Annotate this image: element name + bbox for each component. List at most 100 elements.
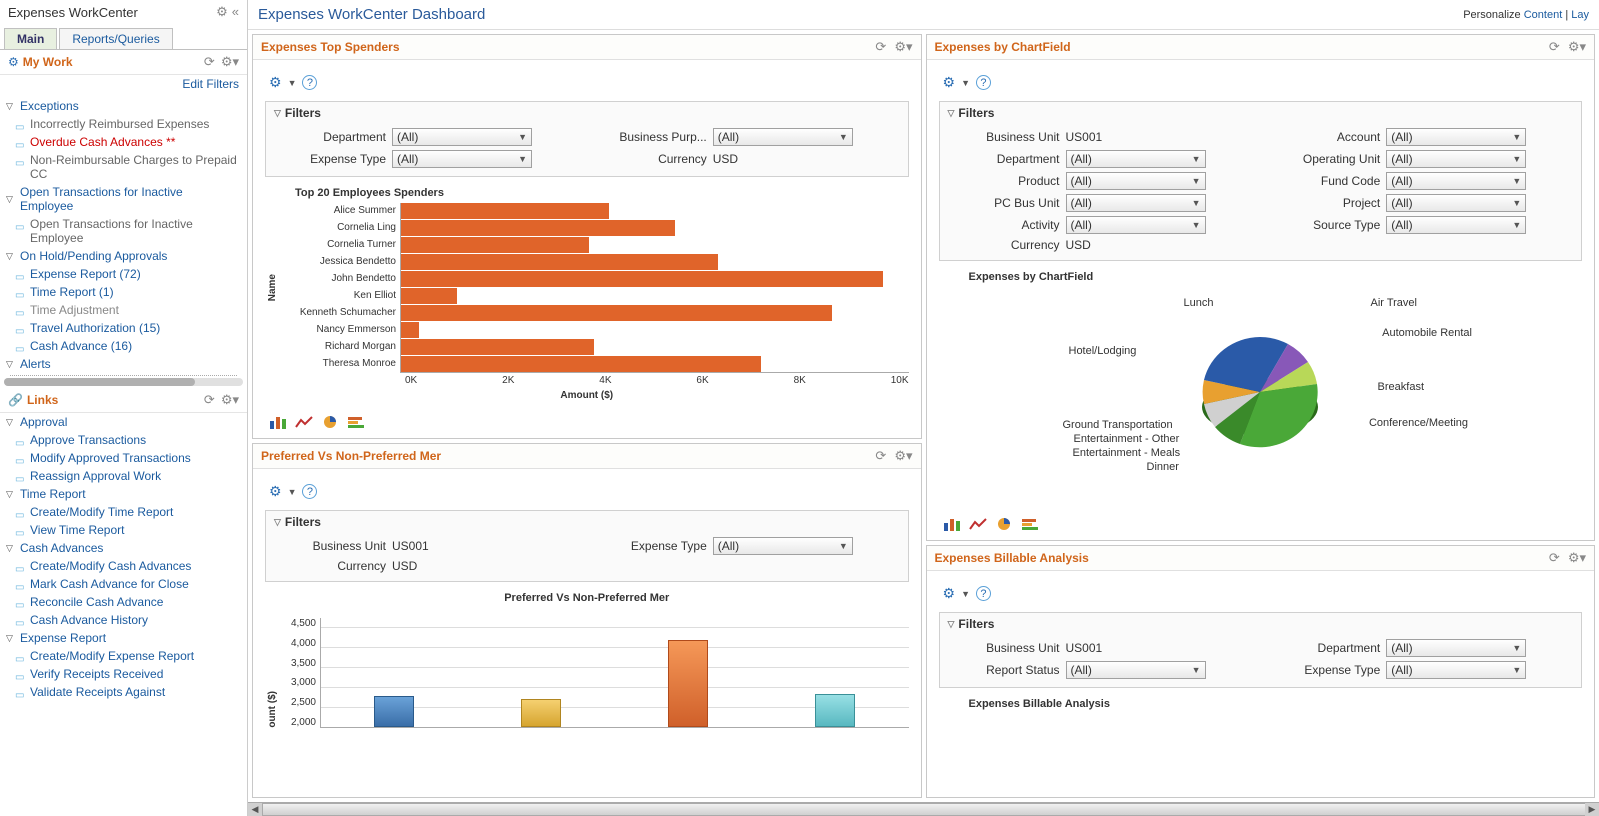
filter-select-fund-code[interactable]: (All)▼	[1386, 172, 1526, 190]
pie-chart-icon[interactable]	[321, 415, 339, 430]
gear-dropdown-icon[interactable]: ⚙▾	[221, 392, 239, 408]
collapse-icon[interactable]: «	[232, 4, 239, 20]
scroll-left-arrow[interactable]: ◀	[248, 803, 262, 816]
tree-item-overdue-cash-advances[interactable]: Overdue Cash Advances **	[0, 133, 247, 151]
tree-group-cash-advances[interactable]: ▽Cash Advances	[0, 539, 247, 557]
scroll-thumb[interactable]	[262, 803, 1586, 816]
refresh-icon[interactable]: ⟳	[875, 39, 886, 55]
tree-group-open-trans[interactable]: ▽Open Transactions for Inactive Employee	[0, 183, 247, 215]
tree-item-cash-advance-16[interactable]: Cash Advance (16)	[0, 337, 247, 355]
edit-filters-link[interactable]: Edit Filters	[182, 77, 239, 91]
refresh-icon[interactable]: ⟳	[204, 392, 215, 408]
filter-select-source-type[interactable]: (All)▼	[1386, 216, 1526, 234]
filter-select-department[interactable]: (All)▼	[392, 128, 532, 146]
filters-header[interactable]: ▽Filters	[266, 102, 908, 124]
scroll-right-arrow[interactable]: ▶	[1585, 803, 1599, 816]
filter-select-expense-type[interactable]: (All)▼	[392, 150, 532, 168]
personalize-content-link[interactable]: Content	[1524, 9, 1563, 21]
chart-title-preferred: Preferred Vs Non-Preferred Mer	[265, 582, 909, 608]
filter-select-department[interactable]: (All)▼	[1386, 639, 1526, 657]
filters-header[interactable]: ▽Filters	[940, 613, 1582, 635]
tree-item-non-reimbursable[interactable]: Non-Reimbursable Charges to Prepaid CC	[0, 151, 247, 183]
tree-group-alerts[interactable]: ▽Alerts	[0, 355, 247, 373]
tree-item-create-cash[interactable]: Create/Modify Cash Advances	[0, 557, 247, 575]
caret-down-icon[interactable]: ▼	[961, 589, 970, 599]
filter-select-project[interactable]: (All)▼	[1386, 194, 1526, 212]
tree-item-reassign[interactable]: Reassign Approval Work	[0, 467, 247, 485]
tree-item-mark-cash[interactable]: Mark Cash Advance for Close	[0, 575, 247, 593]
filter-select-expense-type[interactable]: (All)▼	[713, 537, 853, 555]
tree-item-modify-approved[interactable]: Modify Approved Transactions	[0, 449, 247, 467]
gear-dropdown-icon[interactable]: ⚙▾	[1568, 39, 1586, 55]
tree-group-exceptions[interactable]: ▽Exceptions	[0, 97, 247, 115]
line-chart-icon[interactable]	[969, 517, 987, 532]
sidebar-scroll[interactable]	[4, 378, 243, 386]
horizontal-scrollbar[interactable]: ◀ ▶	[248, 802, 1599, 816]
tree-item-approve-transactions[interactable]: Approve Transactions	[0, 431, 247, 449]
gear-icon[interactable]: ⚙	[269, 483, 282, 500]
filters-header[interactable]: ▽Filters	[266, 511, 908, 533]
tab-main[interactable]: Main	[4, 28, 57, 49]
tree-item-time-report-1[interactable]: Time Report (1)	[0, 283, 247, 301]
help-icon[interactable]: ?	[302, 75, 317, 90]
gear-icon[interactable]: ⚙	[269, 74, 282, 91]
gear-dropdown-icon[interactable]: ⚙▾	[894, 39, 912, 55]
pie-chart-icon[interactable]	[995, 517, 1013, 532]
tree-item-time-adjustment[interactable]: Time Adjustment	[0, 301, 247, 319]
personalize-layout-link[interactable]: Lay	[1571, 9, 1589, 21]
tab-reports-queries[interactable]: Reports/Queries	[59, 28, 172, 49]
filters-header[interactable]: ▽Filters	[940, 102, 1582, 124]
bar-chart-icon[interactable]	[943, 517, 961, 532]
tree-item-verify-receipts[interactable]: Verify Receipts Received	[0, 665, 247, 683]
help-icon[interactable]: ?	[976, 586, 991, 601]
refresh-icon[interactable]: ⟳	[204, 54, 215, 70]
filter-select-report-status[interactable]: (All)▼	[1066, 661, 1206, 679]
chart-title-top-spenders: Top 20 Employees Spenders	[265, 177, 909, 203]
stacked-bar-icon[interactable]	[347, 415, 365, 430]
filter-label-pc-bus-unit: PC Bus Unit	[950, 196, 1060, 210]
tree-item-incorrectly-reimbursed[interactable]: Incorrectly Reimbursed Expenses	[0, 115, 247, 133]
tree-group-on-hold[interactable]: ▽On Hold/Pending Approvals	[0, 247, 247, 265]
tree-item-validate-receipts[interactable]: Validate Receipts Against	[0, 683, 247, 701]
filter-select-business-purpose[interactable]: (All)▼	[713, 128, 853, 146]
help-icon[interactable]: ?	[302, 484, 317, 499]
tree-item-expense-report-72[interactable]: Expense Report (72)	[0, 265, 247, 283]
tree-group-expense-report[interactable]: ▽Expense Report	[0, 629, 247, 647]
filter-select-department[interactable]: (All)▼	[1066, 150, 1206, 168]
gear-dropdown-icon[interactable]: ⚙▾	[221, 54, 239, 70]
help-icon[interactable]: ?	[976, 75, 991, 90]
tree-item-create-expense[interactable]: Create/Modify Expense Report	[0, 647, 247, 665]
filter-select-expense-type[interactable]: (All)▼	[1386, 661, 1526, 679]
gear-icon[interactable]: ⚙	[943, 74, 956, 91]
tree-group-time-report[interactable]: ▽Time Report	[0, 485, 247, 503]
gear-dropdown-icon[interactable]: ⚙▾	[894, 448, 912, 464]
line-chart-icon[interactable]	[295, 415, 313, 430]
filter-select-activity[interactable]: (All)▼	[1066, 216, 1206, 234]
filter-select-product[interactable]: (All)▼	[1066, 172, 1206, 190]
tree-item-travel-auth-15[interactable]: Travel Authorization (15)	[0, 319, 247, 337]
gear-dropdown-icon[interactable]: ⚙▾	[1568, 550, 1586, 566]
tree-group-approval[interactable]: ▽Approval	[0, 413, 247, 431]
tree-item-open-trans[interactable]: Open Transactions for Inactive Employee	[0, 215, 247, 247]
caret-down-icon[interactable]: ▼	[288, 487, 297, 497]
caret-down-icon[interactable]: ▼	[288, 78, 297, 88]
tree-item-cash-history[interactable]: Cash Advance History	[0, 611, 247, 629]
tree-item-create-time[interactable]: Create/Modify Time Report	[0, 503, 247, 521]
filters-panel: ▽Filters Department (All)▼ Business Purp…	[265, 101, 909, 177]
bar-chart-icon[interactable]	[269, 415, 287, 430]
stacked-bar-icon[interactable]	[1021, 517, 1039, 532]
filter-select-pc-bus-unit[interactable]: (All)▼	[1066, 194, 1206, 212]
refresh-icon[interactable]: ⟳	[1549, 39, 1560, 55]
tree-item-view-time[interactable]: View Time Report	[0, 521, 247, 539]
filter-select-operating-unit[interactable]: (All)▼	[1386, 150, 1526, 168]
refresh-icon[interactable]: ⟳	[1549, 550, 1560, 566]
pagelet-preferred: Preferred Vs Non-Preferred Mer ⟳ ⚙▾ ⚙ ▼ …	[252, 443, 922, 798]
refresh-icon[interactable]: ⟳	[875, 448, 886, 464]
gear-icon[interactable]: ⚙	[216, 4, 228, 20]
tree-item-reconcile-cash[interactable]: Reconcile Cash Advance	[0, 593, 247, 611]
filter-select-account[interactable]: (All)▼	[1386, 128, 1526, 146]
filter-label-expense-type: Expense Type	[597, 539, 707, 553]
caret-down-icon[interactable]: ▼	[961, 78, 970, 88]
pagelet-header: Expenses Top Spenders ⟳ ⚙▾	[253, 35, 921, 60]
gear-icon[interactable]: ⚙	[943, 585, 956, 602]
